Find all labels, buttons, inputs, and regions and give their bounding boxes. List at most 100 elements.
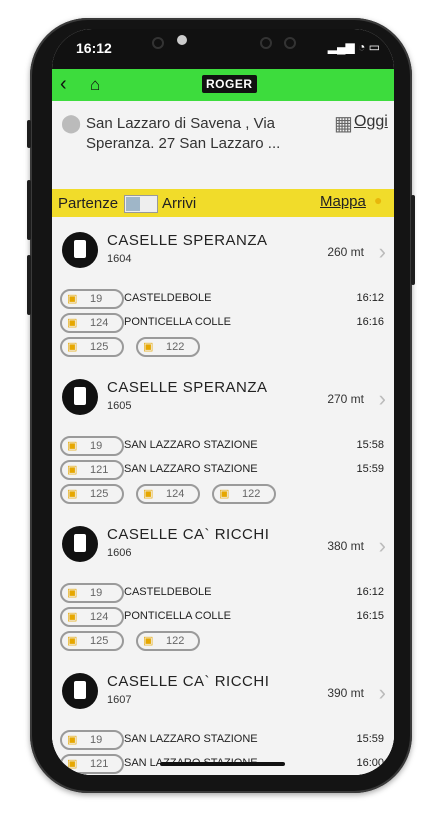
destination: SAN LAZZARO STAZIONE [124,463,258,475]
departure-row[interactable]: ▣ 19 SAN LAZZARO STAZIONE 15:58 [60,436,386,456]
bus-icon: ▣ [219,488,230,500]
departure-row[interactable]: ▣ 19 CASTELDEBOLE 16:12 [60,289,386,309]
current-address[interactable]: San Lazzaro di Savena , Via Speranza. 27… [86,114,321,154]
stop-distance: 260 mt [327,245,364,259]
bus-icon: ▣ [67,587,78,599]
destination: CASTELDEBOLE [124,292,212,304]
bus-stop-icon [62,379,98,415]
departure-time: 15:58 [356,439,384,451]
calendar-icon[interactable]: ▦ [334,111,353,136]
bus-icon: ▣ [67,317,78,329]
bus-icon: ▣ [67,635,78,647]
stop-distance: 390 mt [327,686,364,700]
home-indicator[interactable] [160,762,285,766]
location-pin-icon: ⬤ [61,113,82,133]
bus-icon: ▣ [67,293,78,305]
chevron-right-icon[interactable]: › [379,533,386,559]
line-badge: ▣ 124 [60,607,124,627]
signal-wifi-battery-icon: ▂▄▆ ◔ ▭ [327,40,380,54]
stop-name: CASELLE CA` RICCHI [107,673,270,690]
line-badge[interactable]: ▣ 124 [136,484,200,504]
app-screen: 16:12 ▂▄▆ ◔ ▭ ‹ ⌂ ROGER ⬤ San Lazzaro di… [52,29,394,775]
departure-time: 16:00 [356,757,384,769]
bus-stop-icon [62,232,98,268]
home-icon[interactable]: ⌂ [90,75,100,95]
line-badge: ▣ 19 [60,436,124,456]
departure-row[interactable]: ▣ 124 PONTICELLA COLLE 16:15 [60,607,386,627]
destination: SAN LAZZARO STAZIONE [124,439,258,451]
line-badge[interactable]: ▣ 125 [60,631,124,651]
status-time: 16:12 [76,40,112,56]
status-bar: 16:12 ▂▄▆ ◔ ▭ [52,29,394,69]
departure-time: 16:15 [356,610,384,622]
destination: PONTICELLA COLLE [124,610,231,622]
notch [132,29,302,57]
stop-card[interactable]: CASELLE CA` RICCHI 1606 380 mt › ▣ 19 CAS… [52,511,394,659]
departure-row[interactable]: ▣ 121 SAN LAZZARO STAZIONE 15:59 [60,460,386,480]
bus-icon: ▣ [143,635,154,647]
line-badge[interactable]: ▣ 125 [60,337,124,357]
departure-row[interactable]: ▣ 19 CASTELDEBOLE 16:12 [60,583,386,603]
stop-code: 1605 [107,400,132,412]
line-badge: ▣ 19 [60,583,124,603]
map-link[interactable]: Mappa [320,193,366,210]
bus-icon: ▣ [67,341,78,353]
departures-arrivals-toggle[interactable] [124,195,158,213]
bus-icon: ▣ [67,488,78,500]
line-badge[interactable]: ▣ 125 [60,484,124,504]
other-lines: ▣ 125 ▣ 124 ▣ 122 [60,484,386,504]
side-button [27,255,31,315]
departure-time: 16:16 [356,316,384,328]
line-badge: ▣ 19 [60,289,124,309]
departure-time: 16:12 [356,586,384,598]
stop-card[interactable]: CASELLE SPERANZA 1604 260 mt › ▣ 19 CASTE… [52,217,394,365]
bus-icon: ▣ [67,758,78,770]
line-badge[interactable]: ▣ 122 [136,631,200,651]
stop-list[interactable]: CASELLE SPERANZA 1604 260 mt › ▣ 19 CASTE… [52,217,394,775]
bus-icon: ▣ [67,734,78,746]
sensor-icon [177,35,187,45]
camera-icon [260,37,272,49]
other-lines: ▣ 125 ▣ 122 [60,631,386,651]
departure-time: 15:59 [356,463,384,475]
side-button [27,180,31,240]
chevron-right-icon[interactable]: › [379,239,386,265]
departure-time: 15:59 [356,733,384,745]
departure-row[interactable]: ▣ 124 PONTICELLA COLLE 16:16 [60,313,386,333]
stop-name: CASELLE SPERANZA [107,379,268,396]
line-badge[interactable]: ▣ 122 [136,337,200,357]
bus-icon: ▣ [67,611,78,623]
map-pin-icon[interactable]: ● [374,192,382,208]
stop-card[interactable]: CASELLE SPERANZA 1605 270 mt › ▣ 19 SAN L… [52,364,394,512]
bus-icon: ▣ [143,341,154,353]
bus-stop-icon [62,673,98,709]
line-badge: ▣ 121 [60,754,124,774]
date-selector[interactable]: Oggi [354,113,388,131]
line-badge[interactable]: ▣ 122 [212,484,276,504]
destination: CASTELDEBOLE [124,586,212,598]
tab-departures[interactable]: Partenze [58,195,118,212]
stop-name: CASELLE CA` RICCHI [107,526,270,543]
destination: PONTICELLA COLLE [124,316,231,328]
bus-icon: ▣ [67,464,78,476]
bus-icon: ▣ [67,440,78,452]
tab-arrivals[interactable]: Arrivi [162,195,196,212]
side-button [27,120,31,148]
back-arrow-icon[interactable]: ‹ [60,73,67,96]
stop-distance: 380 mt [327,539,364,553]
other-lines: ▣ 125 ▣ 122 [60,337,386,357]
side-button [411,195,415,285]
departure-row[interactable]: ▣ 19 SAN LAZZARO STAZIONE 15:59 [60,730,386,750]
app-logo: ROGER [202,75,257,93]
app-bar: ‹ ⌂ ROGER [52,69,394,101]
stop-code: 1607 [107,694,132,706]
stop-code: 1606 [107,547,132,559]
departure-time: 16:12 [356,292,384,304]
address-bar[interactable]: ⬤ San Lazzaro di Savena , Via Speranza. … [52,101,394,189]
stop-name: CASELLE SPERANZA [107,232,268,249]
chevron-right-icon[interactable]: › [379,386,386,412]
stop-card[interactable]: CASELLE CA` RICCHI 1607 390 mt › ▣ 19 SAN… [52,658,394,775]
line-badge: ▣ 124 [60,313,124,333]
camera-icon [152,37,164,49]
chevron-right-icon[interactable]: › [379,680,386,706]
